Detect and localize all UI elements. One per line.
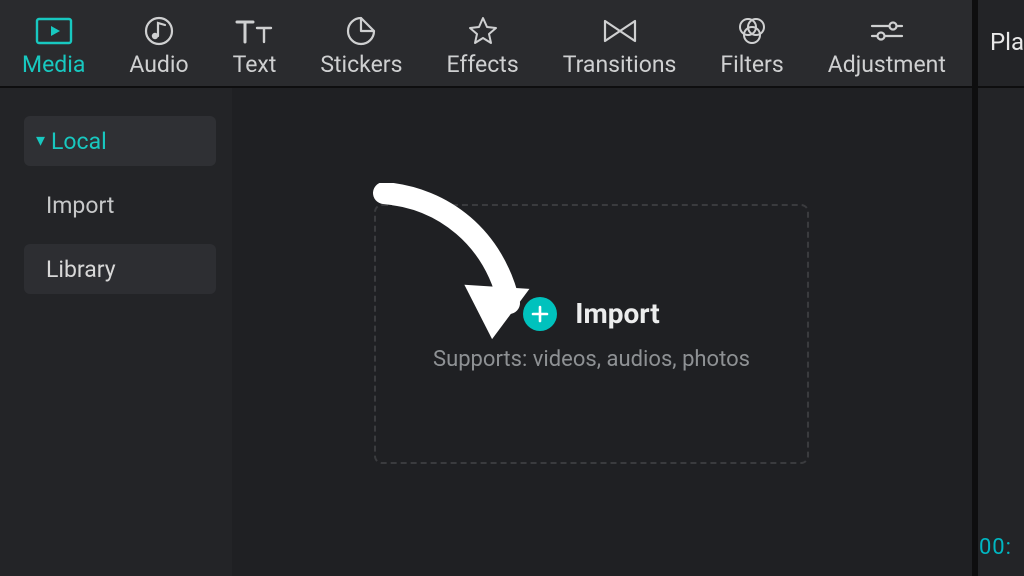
content-pane: Import Supports: videos, audios, photos [232,88,972,576]
tab-label: Media [22,51,85,78]
sidebar: ▾ Local Import Library [0,88,232,576]
right-panel: 00: [972,88,1024,576]
tab-filters[interactable]: Filters [698,0,805,86]
tab-label: Text [233,51,277,78]
tab-label: Adjustment [828,51,946,78]
sidebar-item-label: Library [46,256,116,283]
top-tabs: Media Audio [0,0,1024,88]
media-icon [35,9,73,53]
adjustment-icon [869,9,905,53]
import-button-label: Import [575,297,659,330]
tab-stickers[interactable]: Stickers [298,0,424,86]
tab-transitions[interactable]: Transitions [541,0,699,86]
tab-label: Audio [129,51,188,78]
sidebar-item-label: Local [51,128,107,155]
tab-audio[interactable]: Audio [107,0,210,86]
sidebar-item-label: Import [46,192,114,219]
sidebar-item-library[interactable]: Library [24,244,216,294]
stickers-icon [345,9,377,53]
tab-media[interactable]: Media [0,0,107,86]
transitions-icon [602,9,638,53]
chevron-down-icon: ▾ [36,130,45,151]
tab-player[interactable]: Player [972,0,1024,86]
tab-label: Stickers [320,51,402,78]
tab-adjustment[interactable]: Adjustment [806,0,968,86]
import-support-text: Supports: videos, audios, photos [433,347,750,372]
audio-icon [143,9,175,53]
tab-label: Transitions [563,51,677,78]
tab-effects[interactable]: Effects [424,0,540,86]
effects-icon [467,9,499,53]
sidebar-item-local[interactable]: ▾ Local [24,116,216,166]
tab-text[interactable]: Text [211,0,299,86]
tab-label: Effects [446,51,518,78]
plus-icon [523,297,557,331]
tab-label: Filters [720,51,783,78]
timecode: 00: [979,535,1012,560]
sidebar-item-import[interactable]: Import [24,180,216,230]
text-icon [234,9,274,53]
import-dropzone[interactable]: Import Supports: videos, audios, photos [374,204,809,464]
filters-icon [735,9,769,53]
tab-label: Player [990,28,1024,56]
